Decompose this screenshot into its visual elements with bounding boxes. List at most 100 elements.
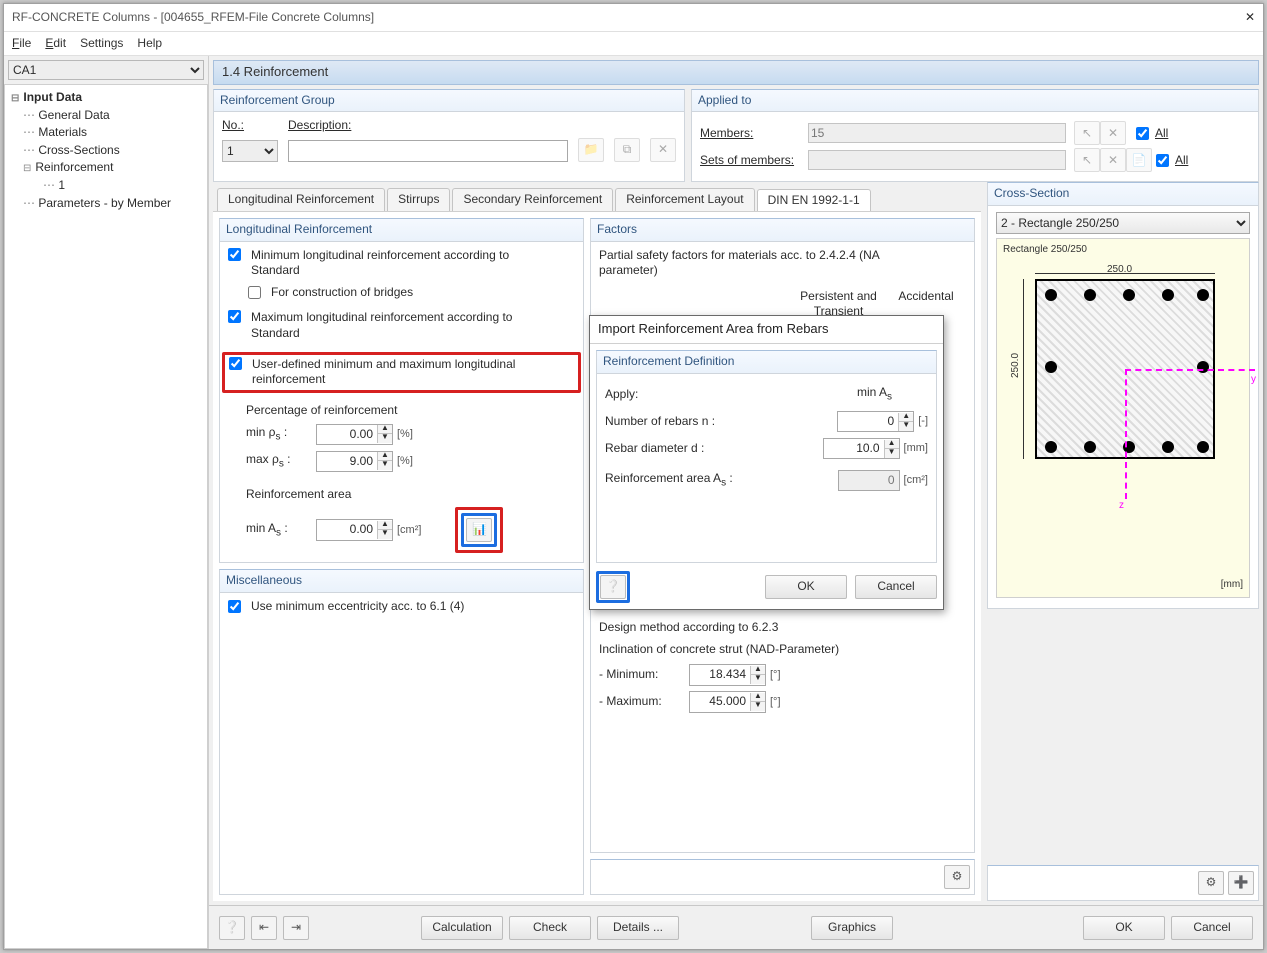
tab-din[interactable]: DIN EN 1992-1-1 [757, 189, 871, 212]
tab-layout[interactable]: Reinforcement Layout [615, 188, 754, 211]
tree-item-general[interactable]: General Data [11, 107, 201, 125]
cancel-button[interactable]: Cancel [1171, 916, 1253, 940]
cs-edit-icon[interactable]: ⚙ [1198, 871, 1224, 895]
tabs: Longitudinal Reinforcement Stirrups Seco… [217, 188, 977, 211]
definition-title: Reinforcement Definition [597, 351, 936, 374]
min-as-label: min As : [246, 521, 316, 539]
incl-min-input[interactable]: ▲▼ [689, 664, 766, 686]
details-button[interactable]: Details ... [597, 916, 679, 940]
incl-min-label: - Minimum: [599, 667, 689, 683]
pick-set-icon[interactable]: ↖ [1074, 148, 1100, 172]
user-defined-highlight: User-defined minimum and maximum longitu… [222, 352, 581, 393]
next-icon[interactable]: ⇥ [283, 916, 309, 940]
sidebar: CA1 Input Data General Data Materials Cr… [4, 56, 209, 949]
reinforcement-definition-panel: Reinforcement Definition Apply:min As Nu… [596, 350, 937, 563]
tab-stirrups[interactable]: Stirrups [387, 188, 450, 211]
axis-y-label: y [1251, 373, 1256, 386]
min-as-unit: [cm²] [397, 523, 421, 537]
dialog-cancel-button[interactable]: Cancel [855, 575, 937, 599]
unit-settings-icon[interactable]: ⚙ [944, 865, 970, 889]
cs-dim-top: 250.0 [1107, 263, 1132, 276]
menu-settings[interactable]: Settings [80, 36, 123, 52]
description-input[interactable] [288, 140, 568, 162]
check-button[interactable]: Check [509, 916, 591, 940]
delete-icon[interactable]: ✕ [650, 138, 676, 162]
cs-new-icon[interactable]: ➕ [1228, 871, 1254, 895]
max-rho-input[interactable]: ▲▼ [316, 451, 393, 473]
menubar: File Edit Settings Help [4, 32, 1263, 56]
help-icon[interactable]: ❔ [219, 916, 245, 940]
tab-secondary[interactable]: Secondary Reinforcement [452, 188, 613, 211]
dialog-title: Import Reinforcement Area from Rebars [590, 316, 943, 344]
rebar-n-input[interactable]: ▲▼ [837, 411, 914, 433]
nav-tree: Input Data General Data Materials Cross-… [4, 84, 208, 949]
prev-icon[interactable]: ⇤ [251, 916, 277, 940]
bridges-label: For construction of bridges [271, 285, 413, 301]
tree-item-reinforcement[interactable]: Reinforcement [11, 159, 201, 177]
clear-member-icon[interactable]: ✕ [1100, 121, 1126, 145]
eccentricity-check[interactable] [228, 600, 241, 613]
max-rho-label: max ρs : [246, 452, 316, 470]
min-std-check[interactable] [228, 248, 241, 261]
menu-file[interactable]: File [12, 36, 31, 52]
sets-all-label: All [1175, 153, 1188, 169]
sets-all-check[interactable] [1156, 154, 1169, 167]
incl-max-input[interactable]: ▲▼ [689, 691, 766, 713]
tree-item-cross-sections[interactable]: Cross-Sections [11, 142, 201, 160]
no-label: No.: [222, 118, 278, 134]
dialog-help-icon[interactable]: ❔ [600, 575, 626, 599]
members-all-check[interactable] [1136, 127, 1149, 140]
import-rebar-dialog: Import Reinforcement Area from Rebars Re… [589, 315, 944, 609]
incl-min-unit: [°] [770, 668, 781, 682]
tab-long[interactable]: Longitudinal Reinforcement [217, 188, 385, 211]
cs-unit: [mm] [1221, 578, 1243, 591]
pick-member-icon[interactable]: ↖ [1074, 121, 1100, 145]
min-as-input[interactable]: ▲▼ [316, 519, 393, 541]
app-window: RF-CONCRETE Columns - [004655_RFEM-File … [3, 3, 1264, 950]
rebar-d-label: Rebar diameter d : [605, 441, 823, 457]
misc-title: Miscellaneous [220, 570, 583, 593]
tree-item-params[interactable]: Parameters - by Member [11, 195, 201, 213]
rebar-as-label: Reinforcement area As : [605, 471, 838, 489]
max-std-check[interactable] [228, 310, 241, 323]
page-title: 1.4 Reinforcement [213, 60, 1259, 85]
user-def-check[interactable] [229, 357, 242, 370]
sets-input[interactable] [808, 150, 1066, 170]
case-selector[interactable]: CA1 [8, 60, 204, 80]
copy-icon[interactable]: ⧉ [614, 138, 640, 162]
apply-value: min As [857, 385, 892, 403]
rebar-d-input[interactable]: ▲▼ [823, 438, 900, 460]
min-rho-input[interactable]: ▲▼ [316, 424, 393, 446]
tree-root[interactable]: Input Data [11, 89, 201, 107]
window-title: RF-CONCRETE Columns - [004655_RFEM-File … [12, 10, 374, 26]
new-set-icon[interactable]: 📄 [1126, 148, 1152, 172]
max-rho-unit: [%] [397, 454, 413, 468]
menu-edit[interactable]: Edit [45, 36, 66, 52]
menu-help[interactable]: Help [137, 36, 162, 52]
area-header: Reinforcement area [246, 487, 575, 503]
min-rho-label: min ρs : [246, 425, 316, 443]
bridges-check[interactable] [248, 286, 261, 299]
close-icon[interactable]: ✕ [1245, 10, 1255, 26]
clear-set-icon[interactable]: ✕ [1100, 148, 1126, 172]
members-input[interactable] [808, 123, 1066, 143]
calculation-button[interactable]: Calculation [421, 916, 503, 940]
cs-title: Cross-Section [988, 183, 1258, 206]
dialog-ok-button[interactable]: OK [765, 575, 847, 599]
import-rebar-button[interactable]: 📊 [466, 518, 492, 542]
no-select[interactable]: 1 [222, 140, 278, 162]
tree-item-materials[interactable]: Materials [11, 124, 201, 142]
inclination-label: Inclination of concrete strut (NAD-Param… [599, 642, 859, 658]
folder-open-icon[interactable]: 📁 [578, 138, 604, 162]
cs-preview: Rectangle 250/250 250.0 250.0 [996, 238, 1250, 598]
cs-select[interactable]: 2 - Rectangle 250/250 [996, 212, 1250, 234]
graphics-button[interactable]: Graphics [811, 916, 893, 940]
members-label: Members: [700, 126, 808, 142]
max-std-label: Maximum longitudinal reinforcement accor… [251, 310, 551, 341]
user-def-label: User-defined minimum and maximum longitu… [252, 357, 572, 388]
tree-item-1[interactable]: 1 [11, 177, 201, 195]
ok-button[interactable]: OK [1083, 916, 1165, 940]
import-rebar-highlight: 📊 [455, 507, 503, 553]
cs-toolbar: ⚙ ➕ [987, 865, 1259, 901]
group-title: Reinforcement Group [214, 90, 684, 113]
